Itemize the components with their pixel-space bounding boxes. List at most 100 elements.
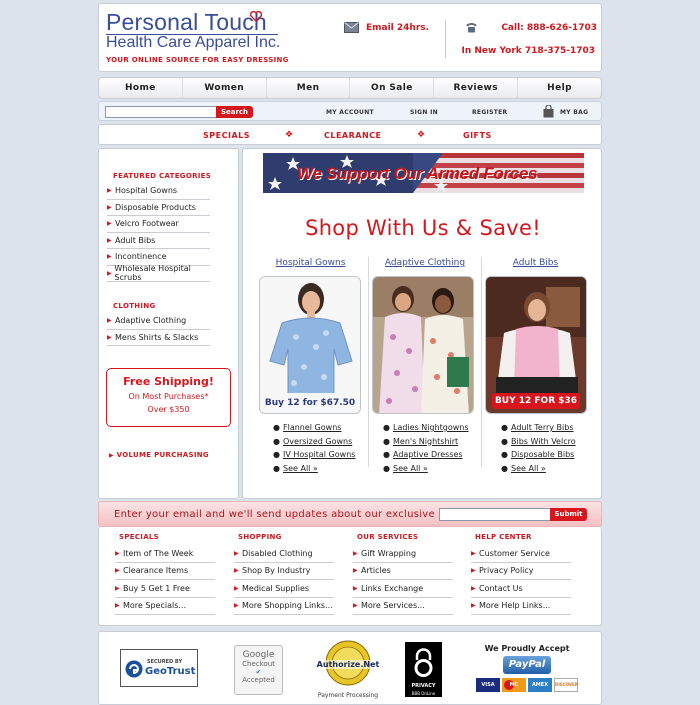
list-item[interactable]: ● Men's Nightshirt [383, 435, 469, 449]
logo-subtitle[interactable]: Health Care Apparel Inc. [106, 34, 280, 52]
bullet-icon: ● [383, 436, 390, 446]
footer-link[interactable]: ▶ Articles [353, 563, 453, 580]
footer-link-label: Item of The Week [123, 548, 194, 558]
email-link[interactable]: Email 24hrs. [344, 22, 429, 33]
list-item[interactable]: ● See All » [383, 462, 469, 476]
sidebar-item-label: Wholesale Hospital Scrubs [114, 264, 191, 283]
product-photo-adult-bibs[interactable]: BUY 12 FOR $36 [485, 276, 587, 414]
search-input[interactable] [105, 106, 217, 118]
call-number[interactable]: 888-626-1703 [527, 23, 597, 33]
sidebar-item-adaptive-clothing[interactable]: ▶ Adaptive Clothing [107, 313, 210, 330]
footer-link[interactable]: ▶ More Shopping Links... [234, 598, 334, 615]
list-item[interactable]: ● IV Hospital Gowns [273, 448, 355, 462]
footer-link[interactable]: ▶ Contact Us [471, 580, 571, 598]
sidebar-item-disposable[interactable]: ▶ Disposable Products [107, 200, 210, 216]
link-label: Men's Nightshirt [393, 436, 459, 446]
footer-link-label: Disabled Clothing [242, 548, 313, 558]
nav-reviews[interactable]: Reviews [434, 78, 519, 98]
footer-link-label: More Specials... [123, 601, 186, 611]
footer-link[interactable]: ▶ More Help Links... [471, 598, 571, 615]
geotrust-seal[interactable]: SECURED BY GeoTrust [120, 649, 198, 687]
list-item[interactable]: ● Bibs With Velcro [501, 435, 576, 449]
sign-in-link[interactable]: SIGN IN [410, 109, 438, 116]
list-item[interactable]: ● Adult Terry Bibs [501, 421, 576, 435]
ny-phone: In New York 718-375-1703 [461, 46, 595, 56]
footer-link[interactable]: ▶ More Specials... [115, 598, 215, 615]
nav-women[interactable]: Women [183, 78, 267, 98]
subnav-specials[interactable]: SPECIALS [203, 131, 250, 140]
nav-men[interactable]: Men [267, 78, 351, 98]
footer-link-label: Articles [361, 566, 391, 576]
main-content: We Support Our Armed Forces Shop With Us… [242, 148, 602, 499]
authorize-net-seal[interactable]: Authorize.Net Payment Processing [313, 640, 383, 699]
footer-link[interactable]: ▶ Buy 5 Get 1 Free [115, 580, 215, 598]
page-headline: Shop With Us & Save! [305, 216, 541, 240]
free-shipping-promo[interactable]: Free Shipping! On Most Purchases* Over $… [106, 368, 231, 427]
arrow-icon: ▶ [234, 549, 239, 557]
footer-link[interactable]: ▶ Customer Service [471, 545, 571, 563]
register-link[interactable]: REGISTER [472, 109, 507, 116]
footer-link-label: Buy 5 Get 1 Free [123, 583, 190, 593]
footer-link[interactable]: ▶ Gift Wrapping [353, 545, 453, 563]
volume-purchasing-link[interactable]: ▶ VOLUME PURCHASING [109, 451, 209, 459]
amex-icon: AMEX [528, 678, 552, 692]
sidebar-item-adult-bibs[interactable]: ▶ Adult Bibs [107, 233, 210, 249]
link-label: Oversized Gowns [283, 436, 353, 446]
list-item[interactable]: ● See All » [273, 462, 355, 476]
discover-icon: DISCOVER [554, 678, 578, 692]
search-button[interactable]: Search [216, 106, 253, 118]
product-photo-hospital-gowns[interactable]: Buy 12 for $67.50 [259, 276, 361, 414]
newsletter-submit-button[interactable]: Submit [550, 508, 587, 521]
bbb-privacy-seal[interactable]: PRIVACY BBB OnLine [405, 642, 442, 697]
list-item[interactable]: ● Ladies Nightgowns [383, 421, 469, 435]
logo-title[interactable]: Personal Touch [106, 10, 267, 34]
nav-help[interactable]: Help [518, 78, 601, 98]
featured-heading: FEATURED CATEGORIES [113, 172, 212, 180]
shopping-bag-icon[interactable] [543, 105, 554, 118]
list-item[interactable]: ● See All » [501, 462, 576, 476]
footer-link[interactable]: ▶ Medical Supplies [234, 580, 334, 598]
featured-list: ▶ Hospital Gowns ▶ Disposable Products ▶ Ve… [107, 183, 210, 282]
footer-link[interactable]: ▶ Item of The Week [115, 545, 215, 563]
sidebar-item-velcro-footwear[interactable]: ▶ Velcro Footwear [107, 216, 210, 233]
sidebar-item-scrubs[interactable]: ▶ Wholesale Hospital Scrubs [107, 264, 210, 283]
footer-link[interactable]: ▶ Disabled Clothing [234, 545, 334, 563]
payment-methods: We Proudly Accept PayPal VISA MC AMEX DI… [471, 644, 583, 692]
google-checkmark-icon: ✔ [255, 668, 262, 676]
footer-link[interactable]: ▶ Links Exchange [353, 580, 453, 598]
subnav-clearance[interactable]: CLEARANCE [324, 131, 382, 140]
list-item[interactable]: ● Flannel Gowns [273, 421, 355, 435]
list-item[interactable]: ● Oversized Gowns [273, 435, 355, 449]
column-title-hospital-gowns[interactable]: Hospital Gowns [263, 258, 358, 268]
my-bag-link[interactable]: MY BAG [560, 109, 588, 116]
sidebar-item-hospital-gowns[interactable]: ▶ Hospital Gowns [107, 183, 210, 200]
volume-label: VOLUME PURCHASING [116, 451, 209, 459]
sidebar-item-label: Adult Bibs [115, 235, 156, 245]
bullet-icon: ● [383, 463, 390, 473]
nav-on-sale[interactable]: On Sale [350, 78, 435, 98]
newsletter-bar: Enter your email and we'll send updates … [98, 501, 602, 527]
footer-link[interactable]: ▶ Shop By Industry [234, 563, 334, 580]
sidebar-item-mens-shirts[interactable]: ▶ Mens Shirts & Slacks [107, 330, 210, 346]
nav-home[interactable]: Home [99, 78, 183, 98]
product-photo-adaptive-clothing[interactable] [372, 276, 474, 414]
my-account-link[interactable]: MY ACCOUNT [326, 109, 374, 116]
subnav-gifts[interactable]: GIFTS [463, 131, 492, 140]
sidebar-item-incontinence[interactable]: ▶ Incontinence [107, 249, 210, 266]
column-title-adaptive-clothing[interactable]: Adaptive Clothing [375, 258, 475, 268]
paypal-logo[interactable]: PayPal [503, 656, 551, 674]
footer-link[interactable]: ▶ Privacy Policy [471, 563, 571, 580]
newsletter-email-input[interactable] [439, 508, 551, 521]
footer-link[interactable]: ▶ Clearance Items [115, 563, 215, 580]
column-divider [368, 257, 369, 467]
armed-forces-banner[interactable]: We Support Our Armed Forces [263, 153, 584, 193]
arrow-icon: ▶ [115, 602, 120, 610]
ny-number[interactable]: 718-375-1703 [525, 46, 595, 56]
footer-link[interactable]: ▶ More Services... [353, 598, 453, 615]
link-label: Bibs With Velcro [511, 436, 576, 446]
list-item[interactable]: ● Disposable Bibs [501, 448, 576, 462]
list-item[interactable]: ● Adaptive Dresses [383, 448, 469, 462]
google-checkout-badge[interactable]: Google Checkout ✔ Accepted [234, 645, 283, 695]
column-title-adult-bibs[interactable]: Adult Bibs [488, 258, 583, 268]
arrow-icon: ▶ [107, 269, 112, 277]
